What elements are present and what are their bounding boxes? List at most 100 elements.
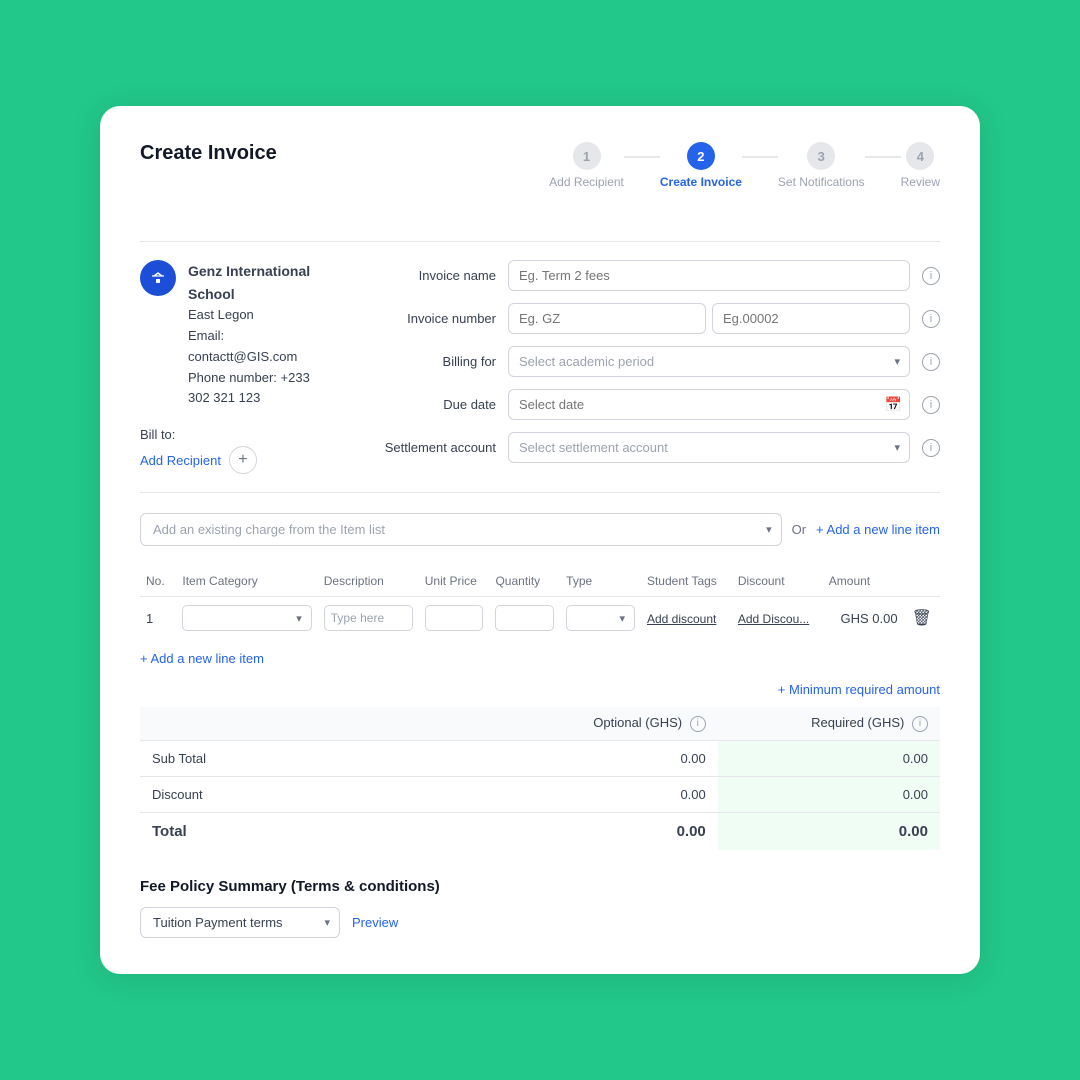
step-3-label: Set Notifications <box>778 175 865 189</box>
step-connector-3 <box>865 156 901 158</box>
divider-top <box>140 241 940 242</box>
unit-price-input[interactable] <box>425 605 484 631</box>
step-2: 2 Create Invoice <box>660 142 742 189</box>
due-date-wrapper: 📅 <box>508 389 910 420</box>
or-text: Or <box>792 522 806 537</box>
min-required-row: + Minimum required amount <box>140 682 940 697</box>
discount-label: Discount <box>140 776 496 812</box>
step-4-circle: 4 <box>906 142 934 170</box>
stepper: 1 Add Recipient 2 Create Invoice 3 Set N… <box>549 142 940 189</box>
page-title: Create Invoice <box>140 142 277 165</box>
totals-empty-header <box>140 707 496 740</box>
add-discount-tags-button[interactable]: Add discount <box>647 612 716 626</box>
add-new-line-button-bottom[interactable]: + Add a new line item <box>140 651 264 666</box>
row-amount: GHS 0.00 <box>823 597 904 640</box>
fee-policy-row: Tuition Payment terms Preview <box>140 907 940 938</box>
fee-policy-select-wrapper: Tuition Payment terms <box>140 907 340 938</box>
th-type: Type <box>560 566 641 597</box>
invoice-number-suffix-input[interactable] <box>712 303 910 334</box>
school-avatar <box>140 260 176 296</box>
row-quantity[interactable] <box>489 597 560 640</box>
table-row: 1 <box>140 597 940 640</box>
invoice-number-label: Invoice number <box>366 311 496 326</box>
category-select[interactable] <box>182 605 311 631</box>
type-select[interactable] <box>566 605 635 631</box>
school-info: Genz International School East Legon Ema… <box>140 260 326 409</box>
row-description[interactable] <box>318 597 419 640</box>
invoice-number-row: Invoice number i <box>366 303 940 334</box>
school-details: Genz International School East Legon Ema… <box>188 260 326 409</box>
total-row: Total 0.00 0.00 <box>140 812 940 850</box>
row-delete[interactable]: 🗑 <box>904 597 940 640</box>
row-unit-price[interactable] <box>419 597 490 640</box>
th-unit-price: Unit Price <box>419 566 490 597</box>
fee-policy-select[interactable]: Tuition Payment terms <box>140 907 340 938</box>
due-date-input[interactable] <box>508 389 910 420</box>
delete-icon[interactable]: 🗑 <box>912 610 932 627</box>
totals-optional-header: Optional (GHS) i <box>496 707 718 740</box>
row-student-tags[interactable]: Add discount <box>641 597 732 640</box>
row-type[interactable] <box>560 597 641 640</box>
total-optional: 0.00 <box>496 812 718 850</box>
add-new-line-button-top[interactable]: + Add a new line item <box>816 522 940 537</box>
invoice-name-input[interactable] <box>508 260 910 291</box>
step-1-circle: 1 <box>573 142 601 170</box>
charge-row: Add an existing charge from the Item lis… <box>140 513 940 546</box>
settlement-account-info-icon[interactable]: i <box>922 439 940 457</box>
fee-policy-section: Fee Policy Summary (Terms & conditions) … <box>140 878 940 938</box>
preview-link[interactable]: Preview <box>352 915 398 930</box>
invoice-number-prefix-input[interactable] <box>508 303 706 334</box>
school-location: East Legon <box>188 305 326 326</box>
bill-to-section: Bill to: Add Recipient + <box>140 427 326 474</box>
discount-optional: 0.00 <box>496 776 718 812</box>
subtotal-optional: 0.00 <box>496 740 718 776</box>
school-email: Email: contactt@GIS.com <box>188 326 326 368</box>
invoice-number-info-icon[interactable]: i <box>922 310 940 328</box>
th-description: Description <box>318 566 419 597</box>
invoice-name-label: Invoice name <box>366 268 496 283</box>
invoice-name-info-icon[interactable]: i <box>922 267 940 285</box>
divider-mid <box>140 492 940 493</box>
add-recipient-link[interactable]: Add Recipient <box>140 453 221 468</box>
optional-info-icon[interactable]: i <box>690 716 706 732</box>
row-category[interactable] <box>176 597 317 640</box>
th-delete <box>904 566 940 597</box>
totals-section: + Minimum required amount Optional (GHS)… <box>140 682 940 850</box>
th-amount: Amount <box>823 566 904 597</box>
invoice-number-inputs <box>508 303 910 334</box>
subtotal-required: 0.00 <box>718 740 940 776</box>
step-1: 1 Add Recipient <box>549 142 624 189</box>
fee-policy-title: Fee Policy Summary (Terms & conditions) <box>140 878 940 895</box>
step-2-label: Create Invoice <box>660 175 742 189</box>
description-input[interactable] <box>324 605 413 631</box>
due-date-label: Due date <box>366 397 496 412</box>
th-category: Item Category <box>176 566 317 597</box>
due-date-info-icon[interactable]: i <box>922 396 940 414</box>
billing-for-label: Billing for <box>366 354 496 369</box>
billing-for-select[interactable]: Select academic period <box>508 346 910 377</box>
discount-row: Discount 0.00 0.00 <box>140 776 940 812</box>
subtotal-row: Sub Total 0.00 0.00 <box>140 740 940 776</box>
row-discount[interactable]: Add Discou... <box>732 597 823 640</box>
subtotal-label: Sub Total <box>140 740 496 776</box>
totals-table: Optional (GHS) i Required (GHS) i Sub To… <box>140 707 940 850</box>
settlement-account-select[interactable]: Select settlement account <box>508 432 910 463</box>
line-items-table: No. Item Category Description Unit Price… <box>140 566 940 639</box>
required-info-icon[interactable]: i <box>912 716 928 732</box>
discount-required: 0.00 <box>718 776 940 812</box>
th-quantity: Quantity <box>489 566 560 597</box>
school-phone: Phone number: +233 302 321 123 <box>188 368 326 410</box>
billing-for-info-icon[interactable]: i <box>922 353 940 371</box>
quantity-input[interactable] <box>495 605 554 631</box>
due-date-row: Due date 📅 i <box>366 389 940 420</box>
min-required-button[interactable]: + Minimum required amount <box>778 682 940 697</box>
add-recipient-button[interactable]: + <box>229 446 257 474</box>
existing-charge-select[interactable]: Add an existing charge from the Item lis… <box>140 513 782 546</box>
add-discount-button[interactable]: Add Discou... <box>738 612 809 626</box>
table-header-row: No. Item Category Description Unit Price… <box>140 566 940 597</box>
add-line-item-row: + Add a new line item <box>140 651 940 666</box>
school-name: Genz International School <box>188 260 326 305</box>
invoice-name-row: Invoice name i <box>366 260 940 291</box>
th-no: No. <box>140 566 176 597</box>
billing-for-row: Billing for Select academic period i <box>366 346 940 377</box>
